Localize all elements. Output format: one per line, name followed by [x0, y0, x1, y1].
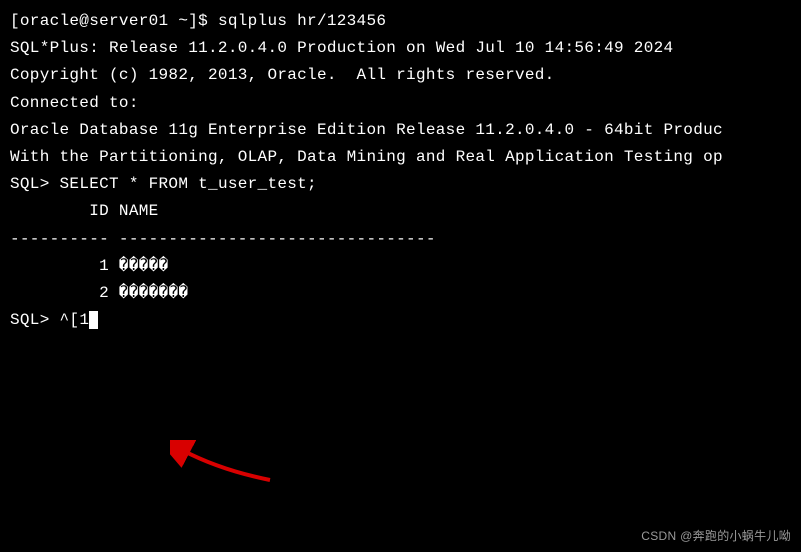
table-header: ID NAME	[10, 198, 791, 225]
table-row: 1 �����	[10, 253, 791, 280]
connected-detail-2: With the Partitioning, OLAP, Data Mining…	[10, 144, 791, 171]
connected-detail-1: Oracle Database 11g Enterprise Edition R…	[10, 117, 791, 144]
annotation-arrow-icon	[170, 440, 280, 490]
sql-prompt: SQL>	[10, 311, 60, 329]
escape-sequence: ^[1	[60, 311, 90, 329]
sql-query: SELECT * FROM t_user_test;	[60, 175, 317, 193]
table-row: 2 �������	[10, 280, 791, 307]
shell-command: sqlplus hr/123456	[218, 12, 386, 30]
copyright-line: Copyright (c) 1982, 2013, Oracle. All ri…	[10, 62, 791, 89]
terminal-output[interactable]: [oracle@server01 ~]$ sqlplus hr/123456 S…	[10, 8, 791, 334]
watermark-text: CSDN @奔跑的小蜗牛儿呦	[641, 526, 791, 546]
sql-query-line: SQL> SELECT * FROM t_user_test;	[10, 171, 791, 198]
sql-prompt-line: SQL> ^[1	[10, 307, 791, 334]
cursor-icon	[89, 311, 98, 329]
sqlplus-banner: SQL*Plus: Release 11.2.0.4.0 Production …	[10, 35, 791, 62]
connected-label: Connected to:	[10, 90, 791, 117]
shell-prompt: [oracle@server01 ~]$	[10, 12, 218, 30]
table-divider: ---------- -----------------------------…	[10, 226, 791, 253]
sql-prompt: SQL>	[10, 175, 60, 193]
shell-line: [oracle@server01 ~]$ sqlplus hr/123456	[10, 8, 791, 35]
